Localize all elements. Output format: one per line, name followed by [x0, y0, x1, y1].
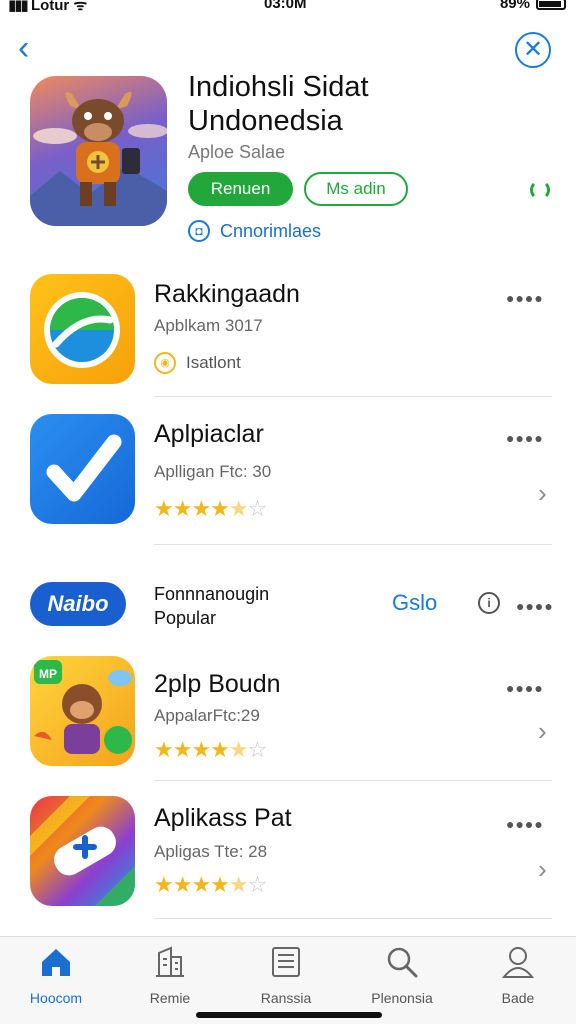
battery-icon: [536, 0, 566, 10]
item-subtitle: Aplligan Ftc: 30: [154, 462, 272, 481]
list-icon: [272, 947, 300, 977]
item-badge-label: Isatlont: [186, 353, 241, 372]
item-icon-checkmark[interactable]: [30, 414, 135, 524]
popular-label-line1: Fonnnanougin: [154, 584, 270, 604]
hero-title-line1: Indiohsli Sidat: [188, 71, 369, 103]
divider: [154, 544, 552, 545]
more-options-button[interactable]: ●●●●: [516, 598, 554, 614]
chevron-right-icon[interactable]: ›: [538, 716, 547, 747]
star-rating: ★★★★★☆: [154, 496, 267, 521]
brand-logo[interactable]: Naibo: [30, 582, 126, 626]
get-button[interactable]: Gslo: [392, 590, 437, 616]
hero-title-line2: Undonedsia: [188, 105, 343, 137]
person-icon: [501, 947, 535, 978]
tab-plenonsia-label: Plenonsia: [371, 990, 433, 1006]
item-title[interactable]: Aplpiaclar: [154, 420, 264, 449]
tab-bar: Hoocom Remie Ranssia Plenonsia Bade: [0, 936, 576, 1024]
clock: 03:0M: [264, 0, 307, 12]
hero-link[interactable]: ◘ Cnnorimlaes: [188, 220, 321, 242]
gamepad-icon: [30, 796, 135, 906]
tab-plenonsia[interactable]: Plenonsia: [352, 945, 452, 1006]
svg-text:MP: MP: [39, 667, 57, 681]
star-rating: ★★★★★☆: [154, 737, 267, 762]
secondary-action-button[interactable]: Ms adin: [304, 172, 408, 206]
info-icon[interactable]: i: [478, 592, 500, 614]
building-icon: [156, 946, 184, 977]
item-title[interactable]: Aplikass Pat: [154, 804, 292, 833]
link-icon: ◘: [188, 220, 210, 242]
item-subtitle: Apligas Tte: 28: [154, 842, 268, 861]
item-badge: ◉ Isatlont: [154, 352, 241, 374]
back-button[interactable]: ‹: [18, 30, 48, 66]
more-options-button[interactable]: ●●●●: [506, 680, 544, 696]
tab-home-label: Hoocom: [29, 990, 83, 1006]
chevron-right-icon[interactable]: ›: [538, 854, 547, 885]
home-icon: [42, 949, 70, 976]
hero-title: Indiohsli Sidat Undonedsia: [188, 70, 518, 138]
divider: [154, 780, 552, 781]
tab-remie-label: Remie: [149, 990, 191, 1006]
item-title[interactable]: 2plp Boudn: [154, 670, 281, 699]
tab-ranssia-label: Ranssia: [260, 990, 312, 1006]
search-icon: [387, 947, 418, 978]
divider: [154, 396, 552, 397]
tab-bade[interactable]: Bade: [468, 945, 568, 1006]
star-rating: ★★★★★☆: [154, 872, 267, 897]
speedometer-icon: [44, 292, 120, 368]
tab-ranssia[interactable]: Ranssia: [236, 945, 336, 1006]
loading-spinner-icon: [530, 180, 550, 200]
item-icon-mascot[interactable]: MP: [30, 656, 135, 766]
battery-indicator: 89%: [500, 0, 566, 12]
popular-label-line2: Popular: [154, 608, 217, 628]
popular-label: Fonnnanougin Popular: [154, 582, 269, 630]
more-options-button[interactable]: ●●●●: [506, 430, 544, 446]
chevron-right-icon[interactable]: ›: [538, 478, 547, 509]
status-bar: ▮▮▮ Lotur ᯤ 03:0M 89%: [0, 0, 576, 16]
divider: [154, 918, 552, 919]
more-options-button[interactable]: ●●●●: [506, 290, 544, 306]
close-button[interactable]: ✕: [515, 32, 551, 68]
item-subtitle: Apblkam 3017: [154, 316, 263, 335]
hero-link-label: Cnnorimlaes: [220, 220, 322, 241]
item-icon-speedometer[interactable]: [30, 274, 135, 384]
checkmark-icon: [46, 434, 122, 502]
primary-action-button[interactable]: Renuen: [188, 172, 293, 206]
tab-remie[interactable]: Remie: [120, 945, 220, 1006]
hero-subtitle: Aploe Salae: [188, 142, 286, 162]
tab-bade-label: Bade: [501, 990, 535, 1006]
home-indicator[interactable]: [196, 1012, 382, 1018]
mascot-icon: MP: [34, 660, 132, 754]
carrier-label: ▮▮▮ Lotur ᯤ: [8, 0, 88, 14]
hero-app-icon[interactable]: [30, 76, 167, 226]
bull-mascot-icon: [30, 91, 167, 226]
item-icon-colorful[interactable]: [30, 796, 135, 906]
more-options-button[interactable]: ●●●●: [506, 816, 544, 832]
badge-icon: ◉: [154, 352, 176, 374]
item-subtitle: AppalarFtc:29: [154, 706, 260, 725]
item-title[interactable]: Rakkingaadn: [154, 280, 300, 309]
tab-home[interactable]: Hoocom: [6, 945, 106, 1006]
